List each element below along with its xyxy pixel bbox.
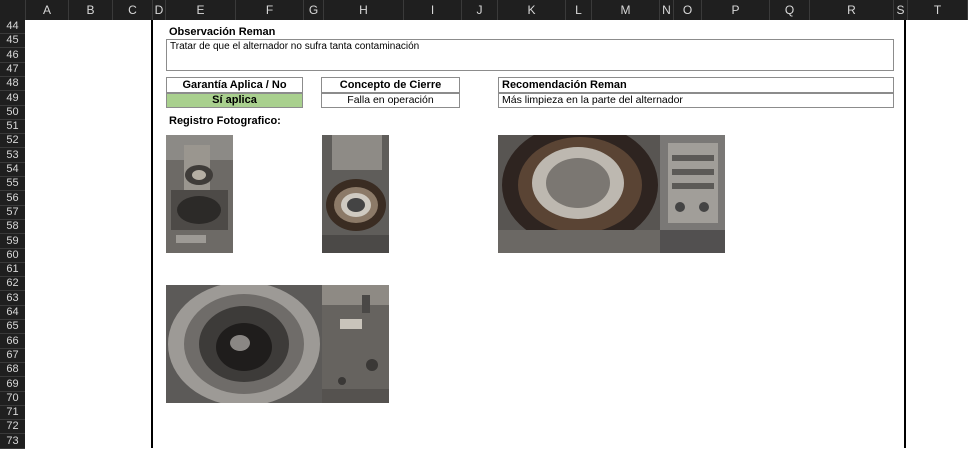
row-header-44[interactable]: 44 — [0, 20, 25, 34]
row-header-45[interactable]: 45 — [0, 34, 25, 49]
column-header-s[interactable]: S — [894, 0, 908, 20]
row-header-48[interactable]: 48 — [0, 77, 25, 92]
column-header-o[interactable]: O — [674, 0, 702, 20]
row-header-49[interactable]: 49 — [0, 92, 25, 106]
column-header-bar: A B C D E F G H I J K L M N O P Q R S T — [0, 0, 968, 20]
row-header-58[interactable]: 58 — [0, 220, 25, 235]
column-header-q[interactable]: Q — [770, 0, 810, 20]
row-header-50[interactable]: 50 — [0, 106, 25, 120]
row-header-71[interactable]: 71 — [0, 406, 25, 421]
observacion-text: Tratar de que el alternador no sufra tan… — [170, 41, 420, 52]
row-header-56[interactable]: 56 — [0, 192, 25, 206]
column-header-b[interactable]: B — [69, 0, 113, 20]
column-header-f[interactable]: F — [236, 0, 304, 20]
registro-title: Registro Fotografico: — [169, 115, 281, 127]
photo-alternator-housing-image — [660, 135, 725, 253]
column-header-r[interactable]: R — [810, 0, 894, 20]
concepto-header: Concepto de Cierre — [321, 77, 460, 93]
column-header-t[interactable]: T — [908, 0, 968, 20]
row-header-51[interactable]: 51 — [0, 120, 25, 135]
row-header-47[interactable]: 47 — [0, 63, 25, 77]
row-header-bar: 44 45 46 47 48 49 50 51 52 53 54 55 56 57 58 59 60 61 62 63… — [0, 20, 25, 449]
row-header-54[interactable]: 54 — [0, 163, 25, 177]
column-header-a[interactable]: A — [26, 0, 69, 20]
column-header-j[interactable]: J — [462, 0, 498, 20]
row-header-57[interactable]: 57 — [0, 206, 25, 220]
column-header-i[interactable]: I — [404, 0, 462, 20]
row-header-68[interactable]: 68 — [0, 363, 25, 378]
garantia-header: Garantía Aplica / No aplica — [166, 77, 303, 105]
print-area-right-border — [904, 20, 906, 448]
row-header-46[interactable]: 46 — [0, 49, 25, 63]
column-header-e[interactable]: E — [166, 0, 236, 20]
row-header-73[interactable]: 73 — [0, 435, 25, 449]
row-header-65[interactable]: 65 — [0, 320, 25, 335]
column-header-k[interactable]: K — [498, 0, 566, 20]
photo-stator-ring[interactable] — [322, 135, 389, 253]
row-header-69[interactable]: 69 — [0, 378, 25, 392]
print-area-left-border — [151, 20, 153, 448]
row-header-61[interactable]: 61 — [0, 263, 25, 278]
row-header-63[interactable]: 63 — [0, 292, 25, 306]
column-header-d[interactable]: D — [153, 0, 166, 20]
row-header-59[interactable]: 59 — [0, 235, 25, 249]
row-header-60[interactable]: 60 — [0, 249, 25, 263]
recomendacion-value-cell[interactable]: Más limpieza en la parte del alternador — [498, 93, 894, 108]
row-header-66[interactable]: 66 — [0, 335, 25, 349]
column-header-n[interactable]: N — [660, 0, 674, 20]
column-header-l[interactable]: L — [566, 0, 592, 20]
column-header-m[interactable]: M — [592, 0, 660, 20]
garantia-value-cell[interactable]: Sí aplica — [166, 93, 303, 108]
photo-stator-closeup[interactable] — [498, 135, 660, 253]
concepto-value-cell[interactable]: Falla en operación — [321, 93, 460, 108]
row-header-70[interactable]: 70 — [0, 392, 25, 406]
row-header-64[interactable]: 64 — [0, 306, 25, 320]
row-header-62[interactable]: 62 — [0, 277, 25, 292]
photo-workbench-parts[interactable] — [322, 285, 389, 403]
observacion-textbox[interactable]: Tratar de que el alternador no sufra tan… — [166, 39, 894, 71]
recomendacion-header: Recomendación Reman — [498, 77, 894, 93]
photo-workbench-parts-image — [322, 285, 389, 403]
row-header-53[interactable]: 53 — [0, 149, 25, 163]
row-header-55[interactable]: 55 — [0, 177, 25, 192]
row-header-72[interactable]: 72 — [0, 420, 25, 435]
column-header-c[interactable]: C — [113, 0, 153, 20]
photo-alternator-housing[interactable] — [660, 135, 725, 253]
photo-housing-interior[interactable] — [166, 285, 322, 403]
photo-housing-interior-image — [166, 285, 322, 403]
photo-stator-closeup-image — [498, 135, 660, 253]
photo-alternator-rotor[interactable] — [166, 135, 233, 253]
worksheet-grid[interactable]: Observación Reman Tratar de que el alter… — [26, 20, 968, 448]
photo-stator-ring-image — [322, 135, 389, 253]
row-header-67[interactable]: 67 — [0, 349, 25, 363]
column-header-p[interactable]: P — [702, 0, 770, 20]
column-header-h[interactable]: H — [324, 0, 404, 20]
photo-alternator-rotor-image — [166, 135, 233, 253]
select-all-corner[interactable] — [0, 0, 26, 20]
observacion-title: Observación Reman — [169, 26, 276, 38]
row-header-52[interactable]: 52 — [0, 134, 25, 149]
column-header-g[interactable]: G — [304, 0, 324, 20]
